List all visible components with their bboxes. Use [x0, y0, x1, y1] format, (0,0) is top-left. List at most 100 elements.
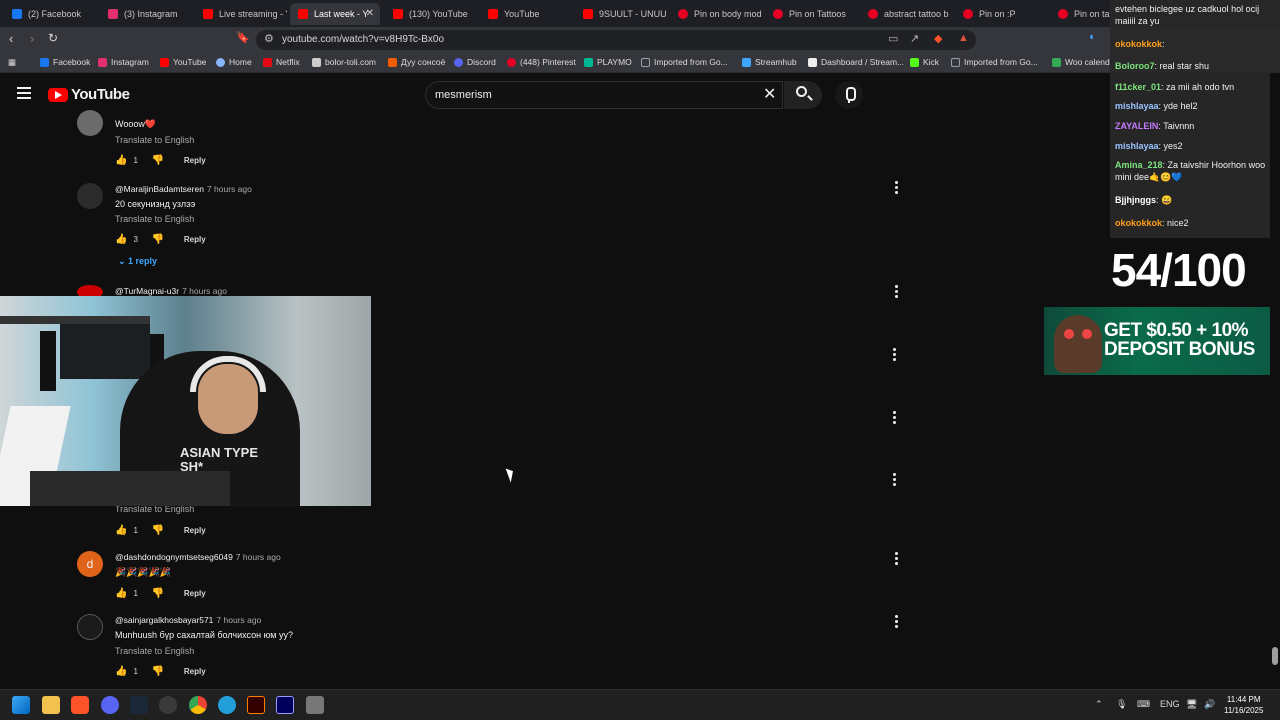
tab-youtube[interactable]: YouTube — [480, 3, 572, 25]
obs-icon[interactable] — [159, 696, 177, 714]
bookmark-folder-imported-2[interactable]: Imported from Go... — [951, 57, 1038, 67]
volume-icon[interactable]: 🔊 — [1204, 699, 1215, 710]
microphone-icon[interactable]: 🎙 — [1116, 699, 1127, 710]
url-text[interactable]: youtube.com/watch?v=v8H9Tc-Bx0o — [282, 34, 444, 45]
comment-menu-icon[interactable] — [895, 552, 899, 567]
voice-search-icon[interactable] — [835, 81, 863, 109]
comment-menu-icon[interactable] — [895, 285, 899, 300]
tab-live-streaming[interactable]: Live streaming - Y — [195, 3, 287, 25]
show-replies-button[interactable]: ⌄ 1 reply — [118, 256, 157, 267]
forward-icon[interactable]: › — [30, 31, 34, 46]
tab-last-week[interactable]: Last week - Y ✕ — [290, 3, 380, 25]
dislike-icon[interactable]: 👎 — [151, 525, 163, 536]
apps-icon[interactable]: ▦ — [8, 57, 16, 68]
avatar[interactable] — [77, 183, 103, 209]
bookmark-home[interactable]: Home — [216, 57, 252, 67]
bookmark-icon[interactable]: 🔖 — [236, 31, 250, 44]
illustrator-icon[interactable] — [247, 696, 265, 714]
deposit-bonus-banner[interactable]: GET $0.50 + 10% DEPOSIT BONUS — [1044, 307, 1280, 375]
avatar[interactable]: d — [77, 551, 103, 577]
file-explorer-icon[interactable] — [42, 696, 60, 714]
tab-pin-body-mod[interactable]: Pin on body mod — [670, 3, 762, 25]
share-icon[interactable]: ↗ — [910, 32, 919, 45]
brave-rewards-icon[interactable]: ▲ — [958, 32, 969, 44]
translate-link[interactable]: Translate to English — [115, 214, 194, 224]
discord-icon[interactable] — [101, 696, 119, 714]
avatar[interactable] — [77, 110, 103, 136]
site-info-icon[interactable]: ⚙ — [264, 32, 274, 45]
dislike-icon[interactable]: 👎 — [151, 234, 163, 245]
search-box[interactable]: mesmerism — [425, 81, 783, 109]
address-bar[interactable]: ⚙ youtube.com/watch?v=v8H9Tc-Bx0o ▭ ↗ ◆ … — [256, 30, 976, 50]
comment-author[interactable]: @MaraljinBadamtseren 7 hours ago — [115, 184, 252, 194]
like-icon[interactable]: 👍 — [115, 155, 127, 166]
back-icon[interactable]: ‹ — [9, 31, 13, 46]
youtube-logo[interactable]: YouTube — [48, 86, 130, 103]
bookmark-facebook[interactable]: Facebook — [40, 57, 90, 67]
scrollbar-thumb[interactable] — [1272, 647, 1278, 665]
tab-pin-tattoos[interactable]: Pin on Tattoos — [765, 3, 857, 25]
bookmark-folder-imported-1[interactable]: Imported from Go... — [641, 57, 728, 67]
menu-icon[interactable] — [17, 87, 31, 102]
bookmark-woo-calendar[interactable]: Woo calend — [1052, 57, 1110, 67]
like-icon[interactable]: 👍 — [115, 525, 127, 536]
dislike-icon[interactable]: 👎 — [151, 155, 163, 166]
clear-search-icon[interactable]: ✕ — [763, 84, 776, 104]
search-input[interactable]: mesmerism — [435, 89, 492, 101]
bookmark-discord[interactable]: Discord — [454, 57, 496, 67]
comment-author[interactable]: @TurMagnai-u3r 7 hours ago — [115, 286, 227, 296]
tab-abstract-tattoo[interactable]: abstract tattoo b — [860, 3, 952, 25]
telegram-icon[interactable] — [218, 696, 236, 714]
comment-author[interactable]: @dashdondognymtsetseg6049 7 hours ago — [115, 552, 281, 562]
close-tab-icon[interactable]: ✕ — [366, 8, 374, 19]
tab-facebook[interactable]: (2) Facebook — [4, 3, 96, 25]
bookmark-instagram[interactable]: Instagram — [98, 57, 149, 67]
keyboard-icon[interactable]: ⌨ — [1137, 699, 1150, 710]
dislike-icon[interactable]: 👎 — [151, 666, 163, 677]
search-button[interactable] — [784, 81, 822, 109]
chrome-icon[interactable] — [189, 696, 207, 714]
tab-pin-tat[interactable]: Pin on tat in — [1050, 3, 1110, 25]
tab-9suult[interactable]: 9SUULT - UNUU — [575, 3, 667, 25]
system-clock[interactable]: 11:44 PM 11/16/2025 — [1224, 694, 1263, 716]
comment-author[interactable]: @sainjargalkhosbayar571 7 hours ago — [115, 615, 261, 625]
comment-menu-icon[interactable] — [895, 615, 899, 630]
avatar[interactable] — [77, 614, 103, 640]
bookmark-streamhub[interactable]: Streamhub — [742, 57, 797, 67]
reply-button[interactable]: Reply — [184, 589, 206, 598]
bookmark-netflix[interactable]: Netflix — [263, 57, 300, 67]
comment-menu-icon[interactable] — [895, 181, 899, 196]
tab-youtube-130[interactable]: (130) YouTube — [385, 3, 477, 25]
comment-menu-icon[interactable] — [893, 411, 897, 426]
screen-icon[interactable]: ▭ — [888, 32, 898, 45]
bookmark-dashboard-stream[interactable]: Dashboard / Stream... — [808, 57, 904, 67]
bookmark-kick[interactable]: Kick — [910, 57, 939, 67]
bookmark-bolor-toli[interactable]: bolor-toli.com — [312, 57, 376, 67]
page-scrollbar[interactable] — [1270, 73, 1280, 690]
show-hidden-icons-icon[interactable]: ⌃ — [1095, 699, 1103, 710]
comment-menu-icon[interactable] — [893, 348, 897, 363]
windows-start-icon[interactable] — [12, 696, 30, 714]
translate-link[interactable]: Translate to English — [115, 646, 194, 656]
tab-instagram[interactable]: (3) Instagram — [100, 3, 192, 25]
network-icon[interactable]: 🖥 — [1186, 699, 1197, 710]
tab-pin-p[interactable]: Pin on :P — [955, 3, 1047, 25]
language-indicator[interactable]: ENG — [1160, 699, 1180, 709]
brave-browser-icon[interactable] — [71, 696, 89, 714]
brave-shield-icon[interactable]: ◆ — [934, 32, 942, 45]
like-icon[interactable]: 👍 — [115, 588, 127, 599]
bookmark-duu-sonsoyo[interactable]: Дуу сонсоё — [388, 57, 445, 67]
reply-button[interactable]: Reply — [184, 667, 206, 676]
bookmark-pinterest[interactable]: (448) Pinterest — [507, 57, 576, 67]
like-icon[interactable]: 👍 — [115, 234, 127, 245]
audio-icon[interactable]: ◖ — [1088, 31, 1095, 43]
reply-button[interactable]: Reply — [184, 156, 206, 165]
app-icon[interactable] — [306, 696, 324, 714]
bookmark-playmo[interactable]: PLAYMO — [584, 57, 632, 67]
steam-icon[interactable] — [130, 696, 148, 714]
reload-icon[interactable]: ↻ — [48, 31, 58, 45]
comment-menu-icon[interactable] — [893, 473, 897, 488]
reply-button[interactable]: Reply — [184, 526, 206, 535]
reply-button[interactable]: Reply — [184, 235, 206, 244]
translate-link[interactable]: Translate to English — [115, 135, 194, 145]
